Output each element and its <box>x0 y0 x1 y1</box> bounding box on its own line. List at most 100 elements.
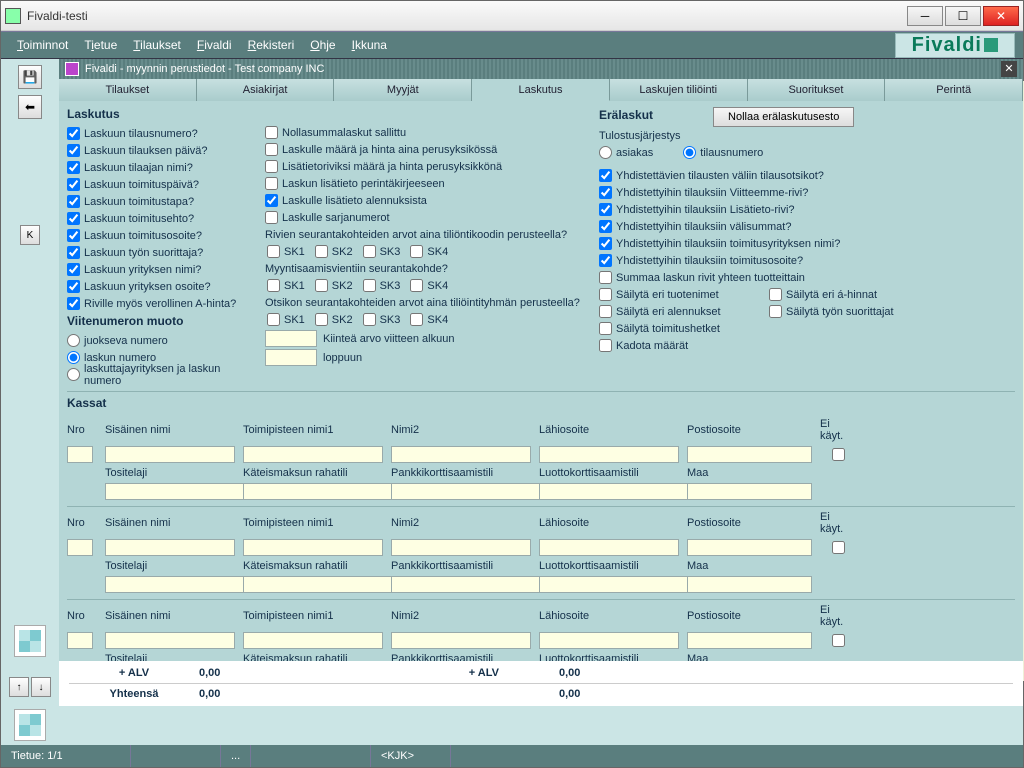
chk-ei-kayt[interactable] <box>832 448 845 461</box>
menu-rekisteri[interactable]: Rekisteri <box>240 34 303 56</box>
tab-suoritukset[interactable]: Suoritukset <box>748 79 886 101</box>
chk-toimitusehto[interactable]: Laskuun toimitusehto? <box>67 210 247 227</box>
input-maa[interactable] <box>687 483 812 500</box>
tab-perinta[interactable]: Perintä <box>885 79 1023 101</box>
input-toimipiste[interactable] <box>243 446 383 463</box>
input-sisainen[interactable] <box>105 632 235 649</box>
input-maa[interactable] <box>687 576 812 593</box>
input-viite-alku[interactable] <box>265 330 317 347</box>
chk-sk4-b[interactable]: SK4 <box>410 277 448 294</box>
input-nro[interactable] <box>67 446 93 463</box>
chk-tilausnumero[interactable]: Laskuun tilausnumero? <box>67 125 247 142</box>
input-toimipiste[interactable] <box>243 632 383 649</box>
maximize-button[interactable]: ☐ <box>945 6 981 26</box>
back-icon[interactable]: ⬅ <box>18 95 42 119</box>
chk-sk3-a[interactable]: SK3 <box>363 243 401 260</box>
input-lahiosoite[interactable] <box>539 539 679 556</box>
menu-tietue[interactable]: Tietue <box>76 34 125 56</box>
radio-juokseva[interactable]: juokseva numero <box>67 332 247 349</box>
chk-tyon-suorittaja[interactable]: Laskuun työn suorittaja? <box>67 244 247 261</box>
chk-kadota-maarat[interactable]: Kadota määrät <box>599 337 759 354</box>
chk-a-hinnat[interactable]: Säilytä eri á-hinnat <box>769 286 894 303</box>
kassat-row: NroSisäinen nimiToimipisteen nimi1Nimi2L… <box>67 600 1015 661</box>
chk-ei-kayt[interactable] <box>832 634 845 647</box>
input-lahiosoite[interactable] <box>539 446 679 463</box>
chk-tyon-suorittajat[interactable]: Säilytä työn suorittajat <box>769 303 894 320</box>
radio-laskuttaja[interactable]: laskuttajayrityksen ja laskun numero <box>67 366 247 383</box>
input-sisainen[interactable] <box>105 446 235 463</box>
menu-toiminnot[interactable]: Toiminnot <box>9 34 76 56</box>
chk-toimituspaiva[interactable]: Laskuun toimituspäivä? <box>67 176 247 193</box>
menu-ikkuna[interactable]: Ikkuna <box>344 34 395 56</box>
input-nro[interactable] <box>67 632 93 649</box>
chk-alennuksista[interactable]: Laskulle lisätieto alennuksista <box>265 192 581 209</box>
col-tositelaji: Tositelaji <box>105 467 235 479</box>
chk-valisummat[interactable]: Yhdistettyihin tilauksiin välisummat? <box>599 218 1015 235</box>
radio-asiakas[interactable]: asiakas <box>599 144 653 161</box>
arrow-up-icon[interactable]: ↑ <box>9 677 29 697</box>
chk-maara-hinta[interactable]: Laskulle määrä ja hinta aina perusyksikö… <box>265 141 581 158</box>
minimize-button[interactable]: ─ <box>907 6 943 26</box>
tab-asiakirjat[interactable]: Asiakirjat <box>197 79 335 101</box>
chk-tilaajan-nimi[interactable]: Laskuun tilaajan nimi? <box>67 159 247 176</box>
chk-toimitusyrityksen[interactable]: Yhdistettyihin tilauksiin toimitusyrityk… <box>599 235 1015 252</box>
menu-tilaukset[interactable]: Tilaukset <box>125 34 189 56</box>
menu-ohje[interactable]: Ohje <box>302 34 343 56</box>
chk-toimitustapa[interactable]: Laskuun toimitustapa? <box>67 193 247 210</box>
chk-sk1-c[interactable]: SK1 <box>267 311 305 328</box>
chk-sk3-b[interactable]: SK3 <box>363 277 401 294</box>
chk-toimitushetket[interactable]: Säilytä toimitushetket <box>599 320 759 337</box>
input-postiosoite[interactable] <box>687 539 812 556</box>
input-postiosoite[interactable] <box>687 446 812 463</box>
arrow-down-icon[interactable]: ↓ <box>31 677 51 697</box>
chk-sk4-c[interactable]: SK4 <box>410 311 448 328</box>
chk-toimitusosoite[interactable]: Laskuun toimitusosoite? <box>67 227 247 244</box>
nollaa-button[interactable]: Nollaa erälaskutusesto <box>713 107 854 127</box>
chk-yrityksen-nimi[interactable]: Laskuun yrityksen nimi? <box>67 261 247 278</box>
chk-sarjanumerot[interactable]: Laskulle sarjanumerot <box>265 209 581 226</box>
input-nimi2[interactable] <box>391 539 531 556</box>
chk-yrityksen-osoite[interactable]: Laskuun yrityksen osoite? <box>67 278 247 295</box>
tab-tilaukset[interactable]: Tilaukset <box>59 79 197 101</box>
chk-sk1-a[interactable]: SK1 <box>267 243 305 260</box>
radio-tilausnumero[interactable]: tilausnumero <box>683 144 763 161</box>
chk-tuotenimet[interactable]: Säilytä eri tuotenimet <box>599 286 759 303</box>
chk-lisatietorivi[interactable]: Lisätietoriviksi määrä ja hinta perusyks… <box>265 158 581 175</box>
chk-tilauksen-paiva[interactable]: Laskuun tilauksen päivä? <box>67 142 247 159</box>
save-icon[interactable]: 💾 <box>18 65 42 89</box>
chk-ei-kayt[interactable] <box>832 541 845 554</box>
input-lahiosoite[interactable] <box>539 632 679 649</box>
chk-alennukset[interactable]: Säilytä eri alennukset <box>599 303 759 320</box>
chk-verollinen-a-hinta[interactable]: Riville myös verollinen A-hinta? <box>67 295 247 312</box>
chk-viitteemme[interactable]: Yhdistettyihin tilauksiin Viitteemme-riv… <box>599 184 1015 201</box>
chk-sk2-a[interactable]: SK2 <box>315 243 353 260</box>
menu-fivaldi[interactable]: Fivaldi <box>189 34 240 56</box>
value-yht2: 0,00 <box>559 688 739 700</box>
chk-nollasumma[interactable]: Nollasummalaskut sallittu <box>265 124 581 141</box>
tab-myyjat[interactable]: Myyjät <box>334 79 472 101</box>
input-nimi2[interactable] <box>391 446 531 463</box>
chk-toimitusosoite2[interactable]: Yhdistettyihin tilauksiin toimitusosoite… <box>599 252 1015 269</box>
chk-sk2-b[interactable]: SK2 <box>315 277 353 294</box>
chk-sk4-a[interactable]: SK4 <box>410 243 448 260</box>
tab-laskutus[interactable]: Laskutus <box>472 79 610 101</box>
totals-panel: + ALV 0,00 + ALV 0,00 Yhteensä 0,00 0,00 <box>59 661 1023 706</box>
input-nimi2[interactable] <box>391 632 531 649</box>
chk-sk1-b[interactable]: SK1 <box>267 277 305 294</box>
inner-close-button[interactable]: ✕ <box>1001 61 1017 77</box>
window-title: Fivaldi-testi <box>27 9 907 23</box>
close-button[interactable]: ✕ <box>983 6 1019 26</box>
input-postiosoite[interactable] <box>687 632 812 649</box>
chk-lisatieto-rivi[interactable]: Yhdistettyihin tilauksiin Lisätieto-rivi… <box>599 201 1015 218</box>
chk-tilausotsikot[interactable]: Yhdistettävien tilausten väliin tilausot… <box>599 167 1015 184</box>
chk-summaa[interactable]: Summaa laskun rivit yhteen tuotteittain <box>599 269 759 286</box>
chk-sk2-c[interactable]: SK2 <box>315 311 353 328</box>
input-toimipiste[interactable] <box>243 539 383 556</box>
tab-laskujen-tiliointi[interactable]: Laskujen tiliöinti <box>610 79 748 101</box>
chk-sk3-c[interactable]: SK3 <box>363 311 401 328</box>
k-button[interactable]: K <box>20 225 40 245</box>
chk-perintakirje[interactable]: Laskun lisätieto perintäkirjeeseen <box>265 175 581 192</box>
input-nro[interactable] <box>67 539 93 556</box>
input-viite-loppu[interactable] <box>265 349 317 366</box>
input-sisainen[interactable] <box>105 539 235 556</box>
